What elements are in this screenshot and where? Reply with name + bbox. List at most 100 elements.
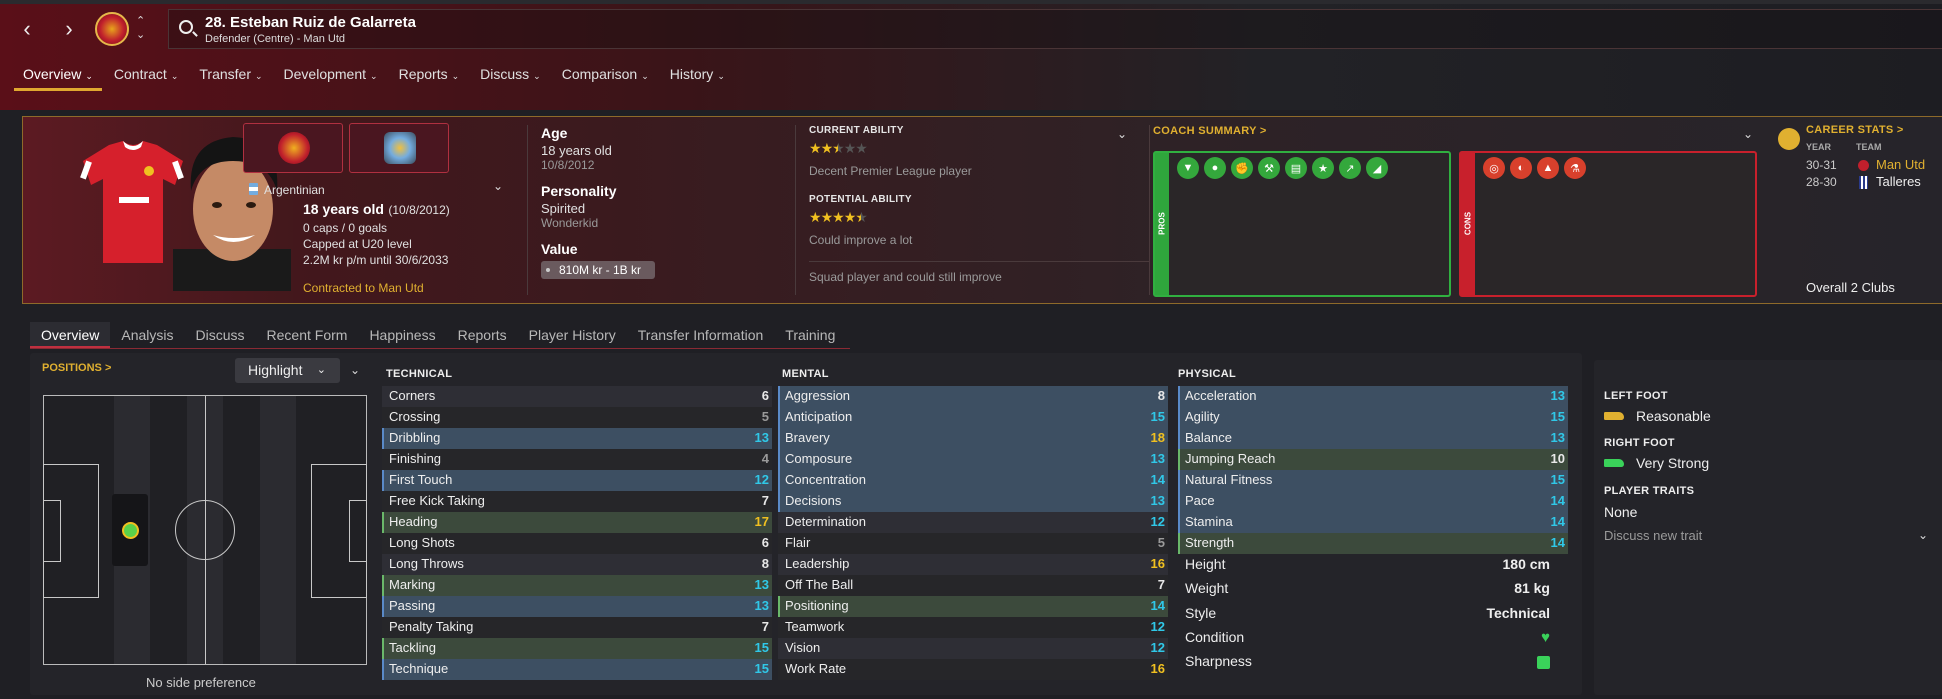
tab-reports[interactable]: Reports bbox=[447, 322, 518, 348]
club-crest-icon[interactable] bbox=[95, 12, 129, 46]
attribute-row-work-rate[interactable]: Work Rate 16 bbox=[778, 659, 1168, 680]
tab-transfer-information[interactable]: Transfer Information bbox=[627, 322, 775, 348]
attribute-value: 6 bbox=[761, 535, 769, 550]
attribute-row-long-shots[interactable]: Long Shots 6 bbox=[382, 533, 772, 554]
tab-overview[interactable]: Overview bbox=[30, 322, 111, 348]
menu-comparison[interactable]: Comparison ⌄ bbox=[553, 63, 658, 91]
attribute-name: Leadership bbox=[785, 556, 850, 571]
tab-player-history[interactable]: Player History bbox=[518, 322, 627, 348]
ball-icon[interactable]: ◐ bbox=[1510, 157, 1532, 179]
menu-reports[interactable]: Reports ⌄ bbox=[390, 63, 469, 91]
chevron-down-icon[interactable]: ⌄ bbox=[350, 363, 360, 377]
tab-training[interactable]: Training bbox=[774, 322, 846, 348]
boot-icon[interactable]: ◢ bbox=[1366, 157, 1388, 179]
attribute-row-dribbling[interactable]: Dribbling 13 bbox=[382, 428, 772, 449]
attribute-row-anticipation[interactable]: Anticipation 15 bbox=[778, 407, 1168, 428]
career-team[interactable]: Talleres bbox=[1876, 174, 1921, 189]
attribute-row-determination[interactable]: Determination 12 bbox=[778, 512, 1168, 533]
club-badge-man-utd[interactable] bbox=[243, 123, 343, 173]
forward-arrow-icon[interactable]: › bbox=[55, 14, 83, 44]
position-pitch[interactable] bbox=[43, 395, 367, 665]
attribute-row-bravery[interactable]: Bravery 18 bbox=[778, 428, 1168, 449]
cone-icon[interactable]: ▲ bbox=[1537, 157, 1559, 179]
wrench-icon[interactable]: ⚒ bbox=[1258, 157, 1280, 179]
attribute-row-teamwork[interactable]: Teamwork 12 bbox=[778, 617, 1168, 638]
tab-recent-form[interactable]: Recent Form bbox=[256, 322, 359, 348]
age-dob: 10/8/2012 bbox=[541, 158, 595, 172]
attribute-row-pace[interactable]: Pace 14 bbox=[1178, 491, 1568, 512]
attribute-row-off-the-ball[interactable]: Off The Ball 7 bbox=[778, 575, 1168, 596]
attribute-row-balance[interactable]: Balance 13 bbox=[1178, 428, 1568, 449]
chevron-down-icon[interactable]: ⌄ bbox=[1918, 528, 1928, 542]
attribute-row-jumping-reach[interactable]: Jumping Reach 10 bbox=[1178, 449, 1568, 470]
right-foot-label: RIGHT FOOT bbox=[1604, 437, 1675, 449]
attribute-row-flair[interactable]: Flair 5 bbox=[778, 533, 1168, 554]
menu-transfer[interactable]: Transfer ⌄ bbox=[190, 63, 271, 91]
attribute-row-technique[interactable]: Technique 15 bbox=[382, 659, 772, 680]
menu-overview[interactable]: Overview ⌄ bbox=[14, 63, 102, 91]
attribute-row-acceleration[interactable]: Acceleration 13 bbox=[1178, 386, 1568, 407]
attribute-row-free-kick-taking[interactable]: Free Kick Taking 7 bbox=[382, 491, 772, 512]
coach-summary-title[interactable]: COACH SUMMARY > bbox=[1153, 125, 1267, 137]
career-stats-title[interactable]: CAREER STATS > bbox=[1806, 124, 1904, 136]
divider bbox=[527, 125, 528, 295]
contract-text[interactable]: Contracted to Man Utd bbox=[303, 281, 424, 295]
chevron-down-icon[interactable]: ⌄ bbox=[1743, 127, 1753, 141]
attribute-value: 13 bbox=[754, 577, 769, 592]
career-team-link[interactable]: Man Utd bbox=[1876, 157, 1925, 172]
menu-contract[interactable]: Contract ⌄ bbox=[105, 63, 187, 91]
chevron-down-icon: ⌄ bbox=[170, 71, 179, 81]
attribute-row-agility[interactable]: Agility 15 bbox=[1178, 407, 1568, 428]
tab-discuss[interactable]: Discuss bbox=[185, 322, 256, 348]
flask-icon[interactable]: ⚗ bbox=[1564, 157, 1586, 179]
attribute-row-strength[interactable]: Strength 14 bbox=[1178, 533, 1568, 554]
tab-analysis[interactable]: Analysis bbox=[110, 322, 184, 348]
fist-icon[interactable]: ✊ bbox=[1231, 157, 1253, 179]
attribute-row-concentration[interactable]: Concentration 14 bbox=[778, 470, 1168, 491]
value-pill[interactable]: 810M kr - 1B kr bbox=[541, 261, 656, 279]
attribute-row-vision[interactable]: Vision 12 bbox=[778, 638, 1168, 659]
attribute-row-leadership[interactable]: Leadership 16 bbox=[778, 554, 1168, 575]
target-icon[interactable]: ◎ bbox=[1483, 157, 1505, 179]
career-year: 28-30 bbox=[1806, 175, 1837, 189]
search-icon[interactable] bbox=[179, 20, 193, 34]
menu-history[interactable]: History ⌄ bbox=[661, 63, 734, 91]
attribute-row-stamina[interactable]: Stamina 14 bbox=[1178, 512, 1568, 533]
attribute-name: Tackling bbox=[389, 640, 436, 655]
back-arrow-icon[interactable]: ‹ bbox=[13, 14, 41, 44]
shield-icon[interactable]: ▼ bbox=[1177, 157, 1199, 179]
attribute-row-marking[interactable]: Marking 13 bbox=[382, 575, 772, 596]
attribute-row-composure[interactable]: Composure 13 bbox=[778, 449, 1168, 470]
card-icon[interactable]: ▤ bbox=[1285, 157, 1307, 179]
positions-title[interactable]: POSITIONS > bbox=[42, 362, 111, 374]
trend-icon[interactable]: ↗ bbox=[1339, 157, 1361, 179]
nation-badge-argentina[interactable] bbox=[349, 123, 449, 173]
attribute-row-natural-fitness[interactable]: Natural Fitness 15 bbox=[1178, 470, 1568, 491]
attribute-row-tackling[interactable]: Tackling 15 bbox=[382, 638, 772, 659]
attribute-row-first-touch[interactable]: First Touch 12 bbox=[382, 470, 772, 491]
attribute-row-finishing[interactable]: Finishing 4 bbox=[382, 449, 772, 470]
attribute-row-positioning[interactable]: Positioning 14 bbox=[778, 596, 1168, 617]
up-down-chevron-icon[interactable]: ⌃ ⌄ bbox=[136, 14, 145, 42]
attribute-row-passing[interactable]: Passing 13 bbox=[382, 596, 772, 617]
attribute-row-penalty-taking[interactable]: Penalty Taking 7 bbox=[382, 617, 772, 638]
attribute-row-long-throws[interactable]: Long Throws 8 bbox=[382, 554, 772, 575]
player-search-box[interactable]: 28. Esteban Ruiz de Galarreta Defender (… bbox=[168, 9, 1942, 49]
attribute-value: 14 bbox=[1550, 493, 1565, 508]
left-goal-box bbox=[43, 500, 61, 562]
attribute-row-heading[interactable]: Heading 17 bbox=[382, 512, 772, 533]
attribute-row-corners[interactable]: Corners 6 bbox=[382, 386, 772, 407]
chevron-down-icon[interactable]: ⌄ bbox=[493, 179, 503, 193]
attribute-row-decisions[interactable]: Decisions 13 bbox=[778, 491, 1168, 512]
whistle-icon[interactable]: ● bbox=[1204, 157, 1226, 179]
attribute-row-aggression[interactable]: Aggression 8 bbox=[778, 386, 1168, 407]
discuss-new-trait[interactable]: Discuss new trait bbox=[1604, 528, 1702, 543]
highlight-dropdown[interactable]: Highlight ⌄ bbox=[235, 358, 340, 383]
menu-discuss[interactable]: Discuss ⌄ bbox=[471, 63, 550, 91]
center-circle bbox=[175, 500, 235, 560]
attribute-row-crossing[interactable]: Crossing 5 bbox=[382, 407, 772, 428]
chevron-down-icon[interactable]: ⌄ bbox=[1117, 127, 1127, 141]
menu-development[interactable]: Development ⌄ bbox=[275, 63, 387, 91]
star-icon[interactable]: ★ bbox=[1312, 157, 1334, 179]
tab-happiness[interactable]: Happiness bbox=[358, 322, 446, 348]
